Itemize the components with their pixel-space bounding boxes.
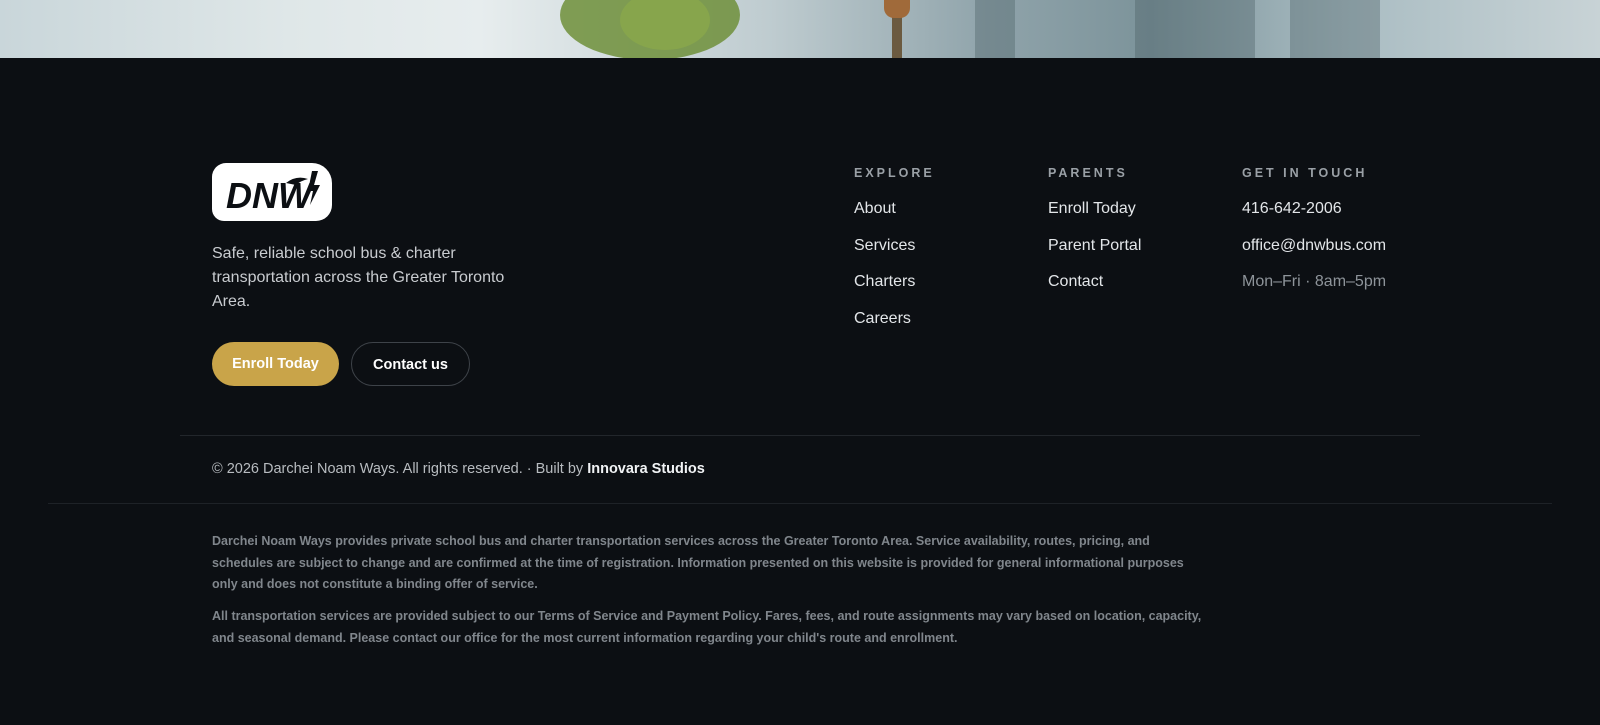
contact-us-button[interactable]: Contact us [351, 342, 470, 386]
column-heading-parents: PARENTS [1048, 166, 1128, 180]
building-window [1290, 0, 1380, 58]
lamp-head [884, 0, 910, 18]
building-window [975, 0, 1015, 58]
copyright-text: © 2026 Darchei Noam Ways. All rights res… [212, 461, 588, 477]
parents-links: Enroll Today Parent Portal Contact [1048, 199, 1141, 292]
building-window [1135, 0, 1255, 58]
phone-link[interactable]: 416-642-2006 [1242, 199, 1386, 219]
footer-link-parent-portal[interactable]: Parent Portal [1048, 236, 1141, 256]
footer-column-parents: PARENTS Enroll Today Parent Portal Conta… [1048, 165, 1141, 309]
legal-disclaimer-2: All transportation services are provided… [212, 609, 1202, 645]
email-link[interactable]: office@dnwbus.com [1242, 236, 1386, 256]
hero-image-strip [0, 0, 1600, 58]
footer-column-explore: EXPLORE About Services Charters Careers [854, 165, 935, 346]
explore-links: About Services Charters Careers [854, 199, 935, 329]
footer-divider [180, 435, 1420, 436]
dnw-logo-mark: DNW [226, 171, 320, 216]
footer-link-services[interactable]: Services [854, 236, 935, 256]
column-heading-get-in-touch: GET IN TOUCH [1242, 166, 1368, 180]
footer-link-contact[interactable]: Contact [1048, 272, 1141, 292]
footer-link-careers[interactable]: Careers [854, 309, 935, 329]
brand-tagline: Safe, reliable school bus & charter tran… [212, 245, 505, 310]
enroll-today-button[interactable]: Enroll Today [212, 342, 339, 386]
footer-link-enroll-today[interactable]: Enroll Today [1048, 199, 1141, 219]
studio-credit-link[interactable]: Innovara Studios [587, 461, 705, 477]
footer-link-about[interactable]: About [854, 199, 935, 219]
office-hours: Mon–Fri · 8am–5pm [1242, 273, 1387, 291]
copyright-line: © 2026 Darchei Noam Ways. All rights res… [212, 461, 705, 477]
contact-details: 416-642-2006 office@dnwbus.com Mon–Fri ·… [1242, 199, 1386, 292]
brand-logo[interactable]: DNW [212, 163, 332, 221]
footer-column-get-in-touch: GET IN TOUCH 416-642-2006 office@dnwbus.… [1242, 165, 1386, 309]
column-heading-explore: EXPLORE [854, 166, 935, 180]
legal-disclaimer-1: Darchei Noam Ways provides private schoo… [212, 534, 1184, 591]
footer-link-charters[interactable]: Charters [854, 272, 935, 292]
legal-divider [48, 503, 1552, 504]
